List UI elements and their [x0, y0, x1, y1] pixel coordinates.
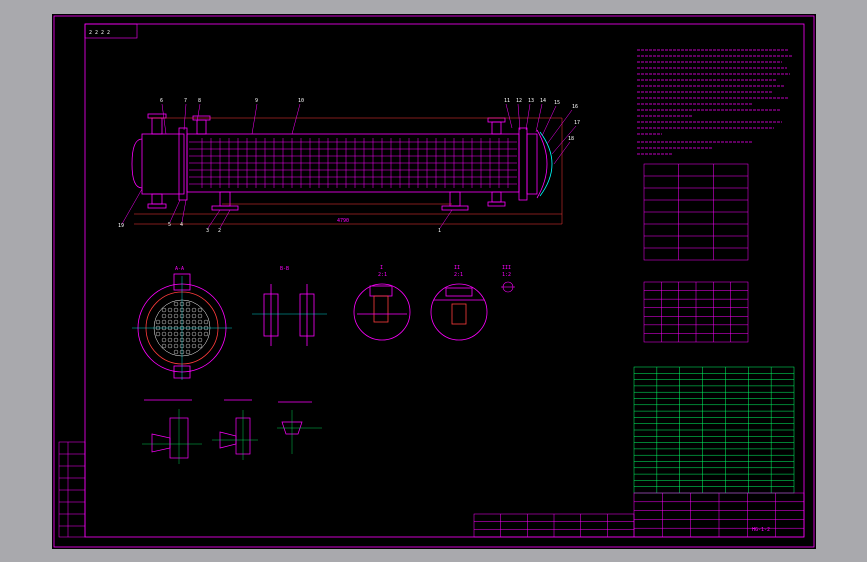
balloon-13: 13 — [528, 98, 534, 104]
balloon-11: 11 — [504, 98, 510, 104]
detail-iii-title: III — [502, 265, 511, 271]
balloon-19: 19 — [118, 223, 124, 229]
title-block — [633, 492, 805, 538]
balloon-1: 1 — [438, 228, 441, 234]
balloon-10: 10 — [298, 98, 304, 104]
cad-viewport[interactable]: 2 2 2 2 4790 6 7 8 9 10 11 12 13 14 15 1… — [52, 14, 816, 549]
main-elevation — [131, 113, 553, 211]
balloon-7: 7 — [184, 98, 187, 104]
detail-ii-title: II — [454, 265, 460, 271]
balloon-5: 5 — [168, 222, 171, 228]
nozzle-table — [643, 281, 749, 343]
heat-exchanger-drawing: 2 2 2 2 4790 6 7 8 9 10 11 12 13 14 1516… — [53, 15, 815, 548]
weld-detail-1 — [142, 399, 202, 464]
balloon-9: 9 — [255, 98, 258, 104]
detail-iii — [501, 281, 515, 293]
section-a-a — [132, 273, 232, 380]
corner-tag-text: 2 2 2 2 — [89, 30, 110, 36]
revision-strip — [473, 513, 635, 538]
parts-list-table — [633, 366, 795, 494]
balloon-18: 18 — [568, 136, 574, 142]
balloon-2: 2 — [218, 228, 221, 234]
section-a-a-title: A-A — [175, 266, 184, 272]
technical-notes — [637, 49, 792, 155]
tube-bundle — [189, 138, 517, 188]
balloon-16: 16 — [572, 104, 578, 110]
detail-i-title: I — [380, 265, 383, 271]
section-b-b — [252, 284, 327, 346]
drawing-number: HG-1-2 — [752, 527, 770, 533]
weld-detail-2 — [212, 399, 258, 460]
detail-iii-scale: 1:2 — [502, 272, 511, 278]
inner-frame — [84, 23, 805, 538]
balloon-3: 3 — [206, 228, 209, 234]
balloon-4: 4 — [180, 222, 183, 228]
design-data-table — [643, 163, 749, 261]
detail-i-scale: 2:1 — [378, 272, 387, 278]
detail-ii-scale: 2:1 — [454, 272, 463, 278]
section-b-b-title: B-B — [280, 266, 289, 272]
overall-length-dim: 4790 — [337, 218, 349, 224]
weld-detail-3 — [277, 401, 322, 454]
balloon-8: 8 — [198, 98, 201, 104]
outer-frame — [53, 15, 815, 548]
balloon-12: 12 — [516, 98, 522, 104]
detail-i — [353, 283, 411, 341]
balloon-14: 14 — [540, 98, 546, 104]
balloon-15: 15 — [554, 100, 560, 106]
left-stamp-block — [58, 441, 86, 538]
detail-ii — [430, 283, 488, 341]
balloon-17: 17 — [574, 120, 580, 126]
balloon-6: 6 — [160, 98, 163, 104]
